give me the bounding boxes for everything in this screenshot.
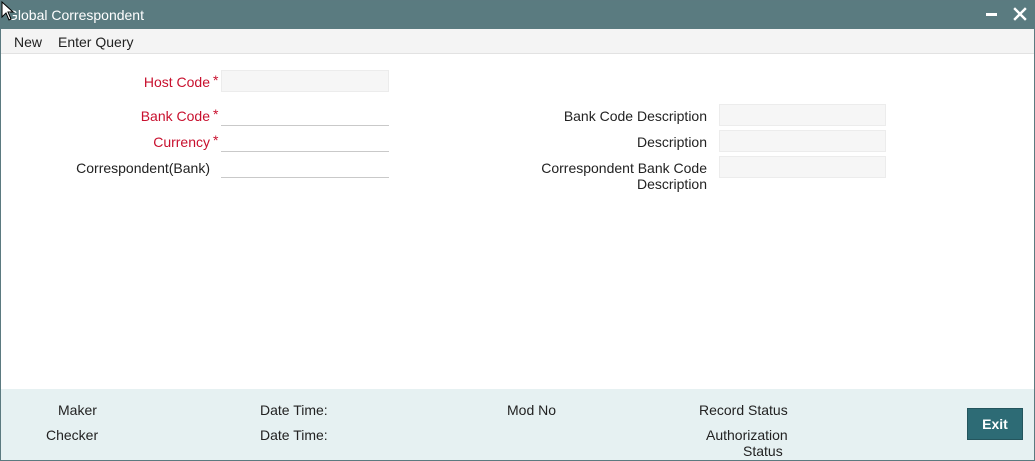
host-code-label: Host Code: [143, 74, 210, 90]
bank-code-description-label: Bank Code Description: [563, 108, 707, 124]
correspondent-bank-field[interactable]: [221, 156, 389, 178]
close-button[interactable]: [1011, 5, 1029, 23]
checker-label: Checker: [46, 427, 99, 443]
description-field: [719, 130, 886, 152]
mod-no-label: Mod No: [507, 402, 557, 418]
minimize-button[interactable]: [983, 5, 1001, 23]
authorization-status-label-line2: Status: [743, 443, 783, 459]
global-correspondent-window: Global Correspondent New Enter Query Hos…: [0, 0, 1035, 461]
correspondent-bank-label: Correspondent(Bank): [76, 160, 210, 176]
minimize-icon: [986, 13, 997, 16]
record-status-label: Record Status: [699, 402, 788, 418]
menu-new[interactable]: New: [14, 34, 42, 50]
checker-date-time-label: Date Time:: [260, 427, 328, 443]
correspondent-bank-code-description-field: [719, 156, 886, 178]
exit-button[interactable]: Exit: [967, 408, 1023, 440]
bank-code-required-mark: *: [213, 106, 219, 122]
menu-bar: New Enter Query: [1, 29, 1034, 54]
close-icon: [1013, 7, 1027, 21]
authorization-status-label-line1: Authorization: [706, 427, 788, 443]
title-bar: Global Correspondent: [1, 1, 1034, 29]
maker-label: Maker: [58, 402, 97, 418]
maker-date-time-label: Date Time:: [260, 402, 328, 418]
audit-footer: Maker Checker Date Time: Date Time: Mod …: [1, 389, 1034, 460]
mouse-cursor-icon: [1, 1, 15, 21]
host-code-required-mark: *: [213, 72, 219, 88]
correspondent-bank-code-description-label-line1: Correspondent Bank Code: [541, 160, 707, 176]
currency-label: Currency: [153, 134, 210, 150]
currency-field[interactable]: [221, 130, 389, 152]
window-title: Global Correspondent: [7, 7, 144, 23]
host-code-field[interactable]: [221, 70, 389, 92]
description-label: Description: [636, 134, 707, 150]
menu-enter-query[interactable]: Enter Query: [58, 34, 133, 50]
correspondent-bank-code-description-label-line2: Description: [636, 176, 707, 192]
currency-required-mark: *: [213, 132, 219, 148]
bank-code-description-field: [719, 104, 886, 126]
bank-code-field[interactable]: [221, 104, 389, 126]
bank-code-label: Bank Code: [140, 108, 210, 124]
